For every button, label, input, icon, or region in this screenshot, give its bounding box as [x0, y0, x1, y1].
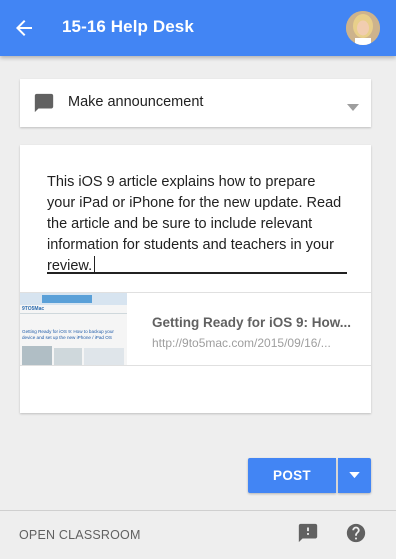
thumbnail-logo: 9TO5Mac: [22, 306, 45, 312]
thumbnail-banner: [42, 295, 92, 303]
announcement-icon: [33, 92, 55, 114]
link-title[interactable]: Getting Ready for iOS 9: How...: [152, 315, 357, 330]
link-url: http://9to5mac.com/2015/09/16/...: [152, 336, 331, 350]
arrow-drop-down-icon[interactable]: [347, 99, 359, 111]
user-avatar[interactable]: [346, 11, 380, 45]
help-icon[interactable]: [345, 522, 367, 544]
arrow-drop-down-icon: [349, 472, 360, 479]
link-attachment[interactable]: 9TO5Mac Getting Ready for iOS 9: How to …: [20, 292, 371, 366]
footer-divider: [0, 510, 396, 511]
post-type-selector[interactable]: Make announcement: [20, 79, 371, 127]
thumbnail-image: [54, 348, 82, 365]
input-underline: [47, 272, 347, 274]
post-button[interactable]: POST: [248, 458, 336, 493]
post-text-input[interactable]: This iOS 9 article explains how to prepa…: [47, 172, 347, 277]
thumbnail-divider: [20, 313, 127, 314]
thumbnail-image: [84, 348, 124, 365]
thumbnail-image: [22, 346, 52, 365]
post-type-label: Make announcement: [68, 94, 204, 110]
open-classroom-link[interactable]: OPEN CLASSROOM: [19, 528, 141, 542]
feedback-icon[interactable]: [297, 522, 319, 544]
text-cursor: [94, 256, 96, 273]
arrow-back-icon[interactable]: [12, 16, 36, 40]
app-bar: 15-16 Help Desk: [0, 0, 396, 56]
page-title: 15-16 Help Desk: [62, 17, 194, 36]
post-composer: This iOS 9 article explains how to prepa…: [20, 145, 371, 413]
link-thumbnail: 9TO5Mac Getting Ready for iOS 9: How to …: [20, 293, 127, 365]
post-text: This iOS 9 article explains how to prepa…: [47, 174, 342, 274]
thumbnail-caption: Getting Ready for iOS 9: How to backup y…: [22, 329, 114, 340]
post-options-button[interactable]: [338, 458, 371, 493]
